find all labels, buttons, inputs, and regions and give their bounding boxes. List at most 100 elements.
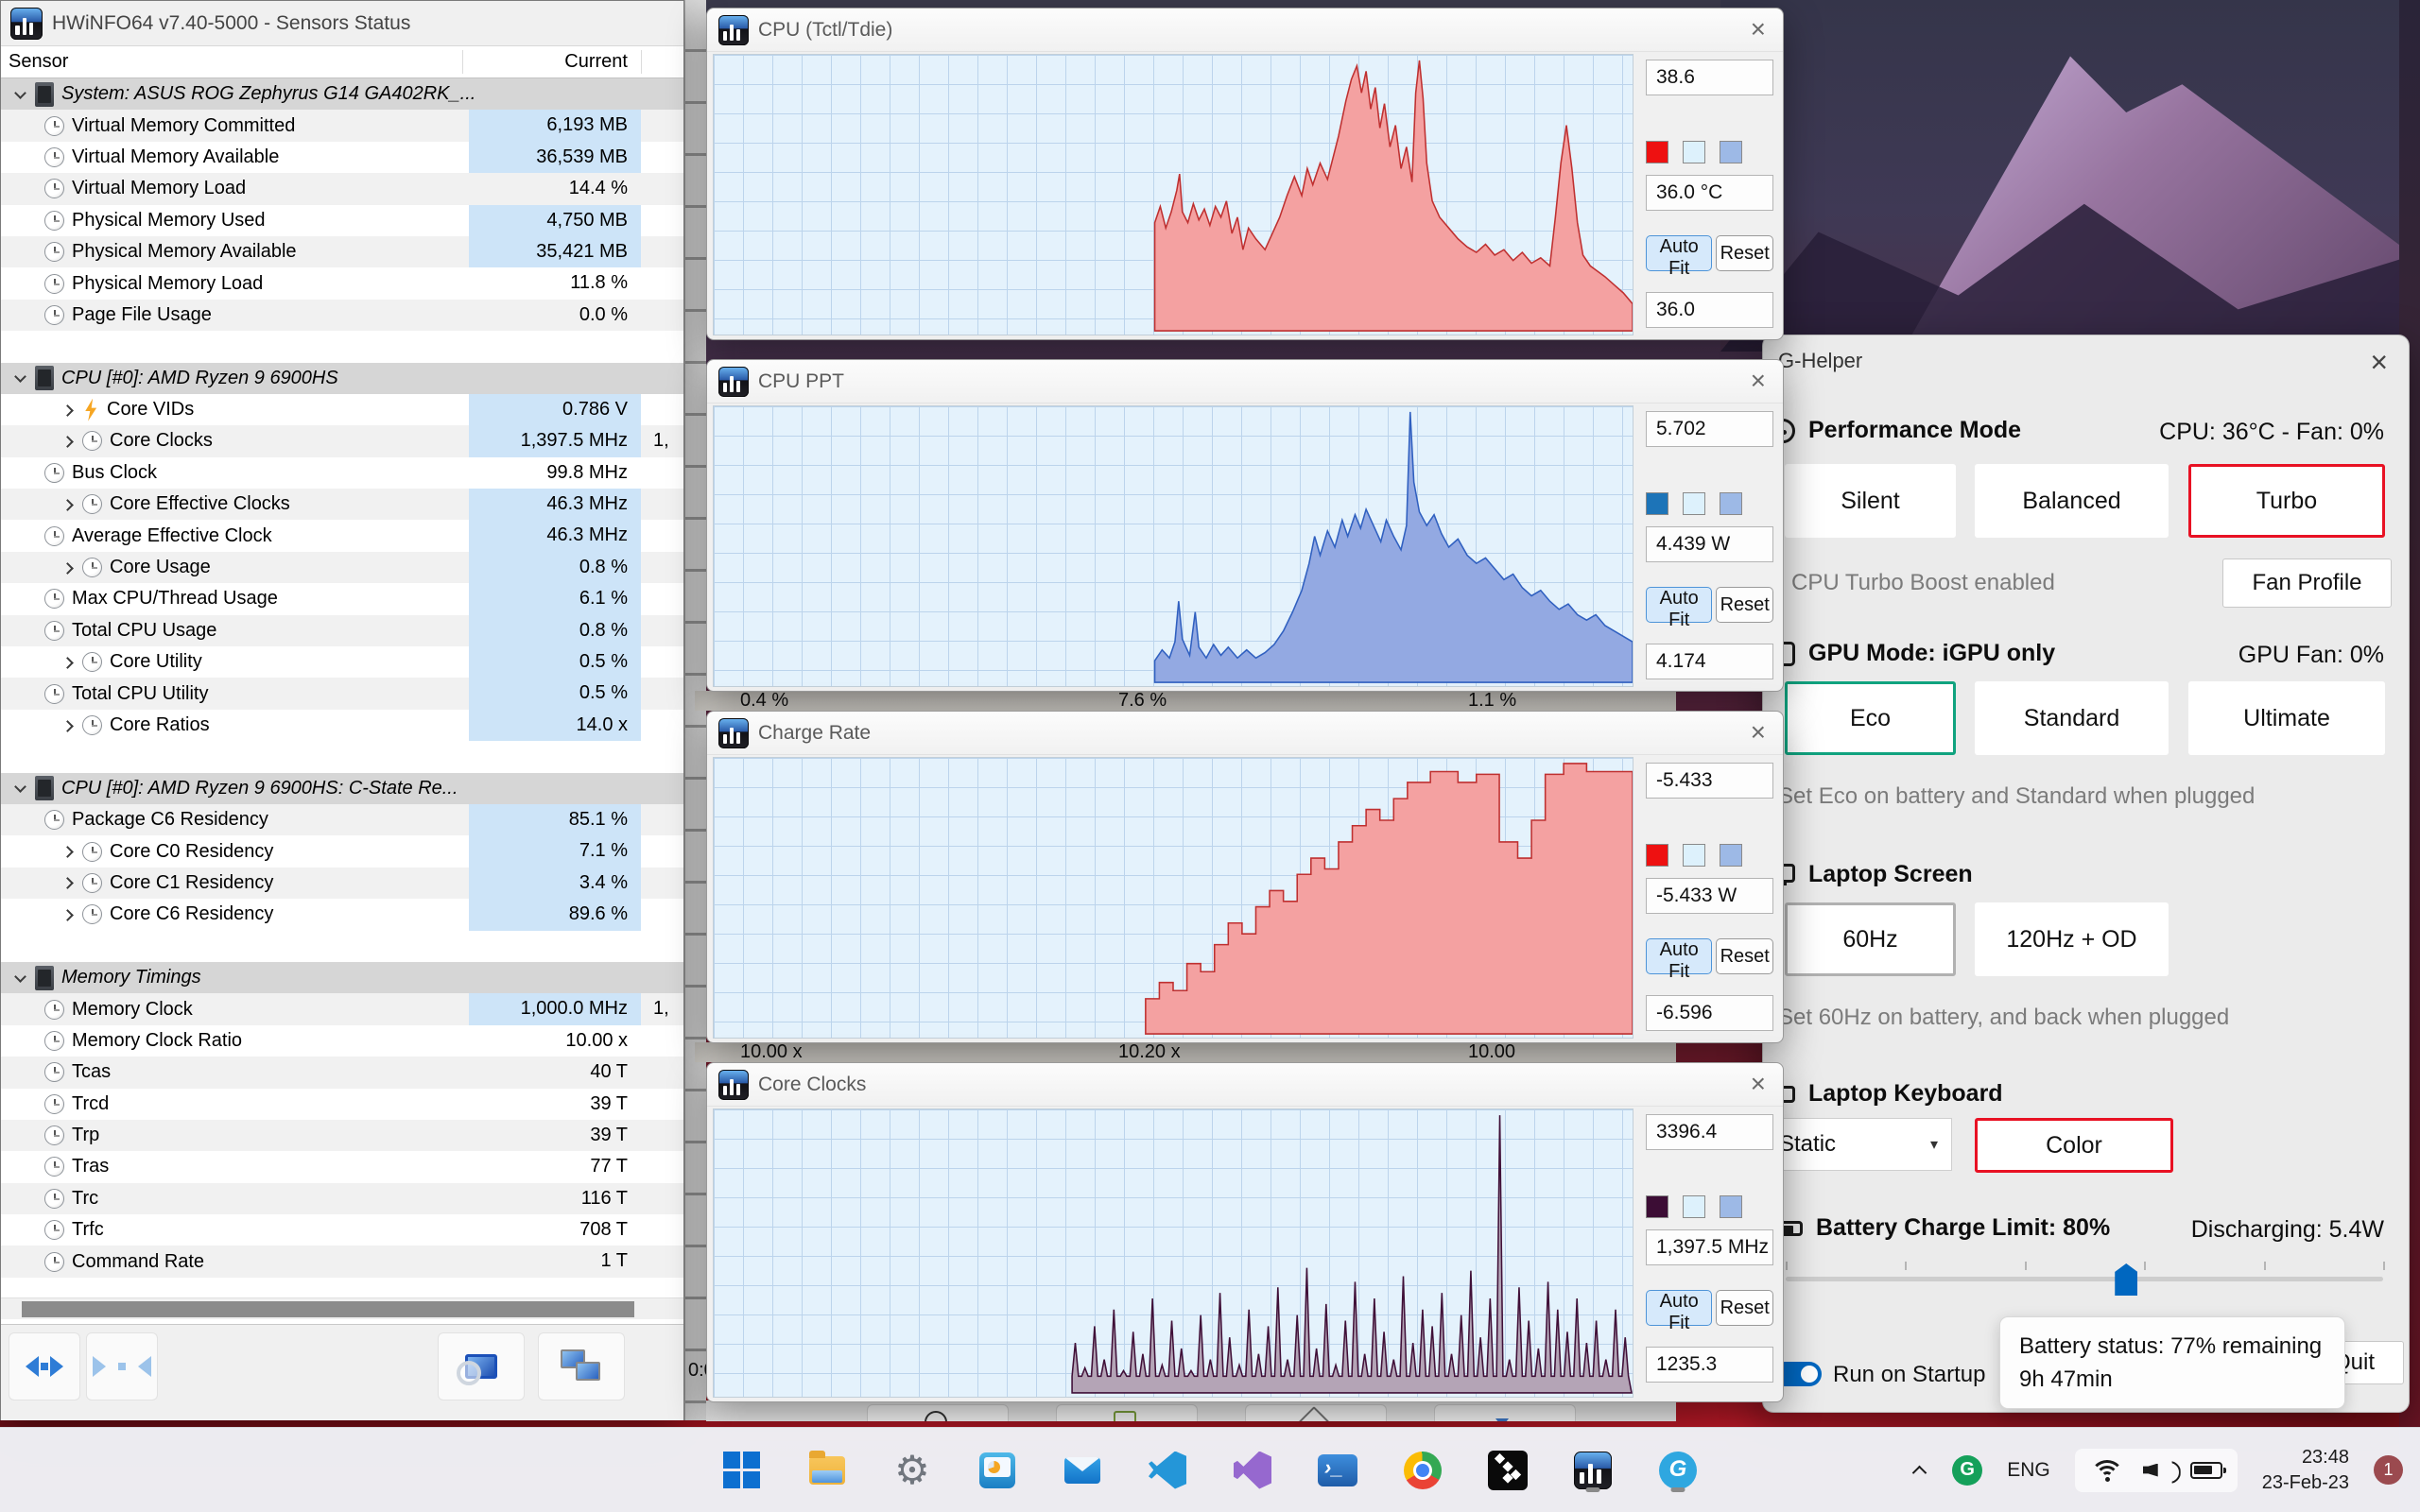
sensor-row[interactable]: Core VIDs 0.786 V: [1, 393, 683, 426]
graph-titlebar[interactable]: Charge Rate ×: [707, 712, 1783, 755]
collapse-columns-button[interactable]: [86, 1332, 158, 1400]
taskbar-icon-explorer[interactable]: [807, 1449, 847, 1492]
close-icon[interactable]: ×: [1751, 1069, 1766, 1099]
sensor-row[interactable]: Tcas 40 T: [1, 1057, 683, 1089]
sensor-row[interactable]: Tras 77 T: [1, 1151, 683, 1183]
sensor-column-header[interactable]: Sensor Current: [1, 46, 683, 78]
tray-overflow-chevron-icon[interactable]: [1912, 1463, 1927, 1478]
sensor-group-row[interactable]: Memory Timings: [1, 961, 683, 994]
taskbar-icon-settings[interactable]: ⚙: [892, 1449, 932, 1492]
sensor-row[interactable]: Memory Clock Ratio 10.00 x: [1, 1024, 683, 1057]
sensor-row[interactable]: Core Effective Clocks 46.3 MHz: [1, 489, 683, 521]
chevron-collapsed-icon[interactable]: [61, 845, 75, 858]
graph-titlebar[interactable]: Core Clocks ×: [707, 1063, 1783, 1107]
sensor-row[interactable]: Physical Memory Load 11.8 %: [1, 267, 683, 300]
screen-capture-button[interactable]: [438, 1332, 525, 1400]
sensor-row[interactable]: Core C0 Residency 7.1 %: [1, 835, 683, 868]
sensor-row[interactable]: Core C1 Residency 3.4 %: [1, 867, 683, 900]
sensor-row[interactable]: Physical Memory Used 4,750 MB: [1, 204, 683, 236]
series-color-swatch[interactable]: [1646, 141, 1668, 163]
auto-fit-button[interactable]: Auto Fit: [1646, 938, 1713, 982]
battery-tray-icon[interactable]: [2189, 1461, 2226, 1479]
reset-button[interactable]: Reset: [1716, 235, 1773, 271]
chevron-collapsed-icon[interactable]: [61, 404, 75, 417]
slider-track[interactable]: [1786, 1277, 2383, 1281]
sensor-row[interactable]: Trfc 708 T: [1, 1214, 683, 1246]
column-current[interactable]: Current: [469, 51, 641, 73]
perf-silent-button[interactable]: Silent: [1785, 464, 1956, 538]
slider-thumb[interactable]: [2115, 1263, 2138, 1296]
taskbar-icon-hwinfo[interactable]: [1573, 1449, 1613, 1492]
sensor-row[interactable]: Package C6 Residency 85.1 %: [1, 803, 683, 836]
gpu-eco-button[interactable]: Eco: [1785, 681, 1956, 755]
chevron-expanded-icon[interactable]: [14, 782, 27, 795]
sensor-row[interactable]: Core Utility 0.5 %: [1, 646, 683, 679]
perf-turbo-button[interactable]: Turbo: [2188, 464, 2385, 538]
taskbar-icon-vscode[interactable]: [1148, 1449, 1187, 1492]
fan-profile-button[interactable]: Fan Profile: [2222, 558, 2392, 608]
close-icon[interactable]: ×: [1751, 14, 1766, 44]
sensor-row[interactable]: Core Usage 0.8 %: [1, 551, 683, 584]
scrollbar-thumb[interactable]: [22, 1301, 634, 1317]
sensor-row[interactable]: Total CPU Utility 0.5 %: [1, 678, 683, 710]
remote-monitor-button[interactable]: [538, 1332, 625, 1400]
sensor-row[interactable]: Page File Usage 0.0 %: [1, 299, 683, 332]
reset-button[interactable]: Reset: [1716, 1290, 1773, 1326]
expand-columns-button[interactable]: [9, 1332, 80, 1400]
chevron-expanded-icon[interactable]: [14, 88, 27, 101]
taskbar-icon-monitor[interactable]: [977, 1449, 1017, 1492]
background-color-swatch[interactable]: [1683, 141, 1705, 163]
hwinfo-titlebar[interactable]: HWiNFO64 v7.40-5000 - Sensors Status: [1, 1, 683, 46]
sensor-row[interactable]: Trp 39 T: [1, 1119, 683, 1152]
background-color-swatch[interactable]: [1683, 1195, 1705, 1218]
sensor-group-row[interactable]: CPU [#0]: AMD Ryzen 9 6900HS: [1, 362, 683, 394]
wifi-icon[interactable]: [2089, 1458, 2124, 1483]
sensor-row[interactable]: Virtual Memory Committed 6,193 MB: [1, 110, 683, 142]
taskbar-icon-start[interactable]: [722, 1449, 762, 1492]
auto-fit-button[interactable]: Auto Fit: [1646, 1290, 1713, 1333]
reset-button[interactable]: Reset: [1716, 938, 1773, 974]
chevron-collapsed-icon[interactable]: [61, 876, 75, 889]
sensor-row[interactable]: Memory Clock 1,000.0 MHz 1,: [1, 993, 683, 1025]
auto-fit-button[interactable]: Auto Fit: [1646, 587, 1713, 630]
graph-titlebar[interactable]: CPU PPT ×: [707, 360, 1783, 404]
series-color-swatch[interactable]: [1646, 492, 1668, 515]
close-icon[interactable]: ×: [2370, 345, 2388, 380]
background-color-swatch[interactable]: [1683, 844, 1705, 867]
taskbar-icon-tidal[interactable]: [1488, 1449, 1528, 1492]
chevron-collapsed-icon[interactable]: [61, 908, 75, 921]
quick-settings-group[interactable]: [2074, 1448, 2238, 1492]
close-icon[interactable]: ×: [1751, 366, 1766, 396]
screen-120hz-button[interactable]: 120Hz + OD: [1975, 902, 2169, 976]
sensor-row[interactable]: Trcd 39 T: [1, 1088, 683, 1120]
grid-color-swatch[interactable]: [1720, 141, 1742, 163]
gpu-ultimate-button[interactable]: Ultimate: [2188, 681, 2385, 755]
sensor-row[interactable]: Command Rate 1 T: [1, 1246, 683, 1278]
sensor-row[interactable]: Core Clocks 1,397.5 MHz 1,: [1, 425, 683, 457]
language-indicator[interactable]: ENG: [2007, 1459, 2050, 1482]
reset-button[interactable]: Reset: [1716, 587, 1773, 623]
series-color-swatch[interactable]: [1646, 1195, 1668, 1218]
graph-titlebar[interactable]: CPU (Tctl/Tdie) ×: [707, 9, 1783, 52]
auto-fit-button[interactable]: Auto Fit: [1646, 235, 1713, 279]
sensor-row[interactable]: Average Effective Clock 46.3 MHz: [1, 520, 683, 552]
series-color-swatch[interactable]: [1646, 844, 1668, 867]
sensor-row[interactable]: Bus Clock 99.8 MHz: [1, 456, 683, 490]
keyboard-color-button[interactable]: Color: [1975, 1118, 2173, 1173]
grammarly-tray-icon[interactable]: G: [1952, 1454, 1983, 1486]
sensor-row[interactable]: Virtual Memory Available 36,539 MB: [1, 141, 683, 174]
sensor-row[interactable]: Max CPU/Thread Usage 6.1 %: [1, 583, 683, 615]
perf-balanced-button[interactable]: Balanced: [1975, 464, 2169, 538]
taskbar-icon-ghelper[interactable]: [1658, 1449, 1698, 1492]
sensor-row[interactable]: Core C6 Residency 89.6 %: [1, 899, 683, 931]
taskbar-icon-powershell[interactable]: [1318, 1449, 1357, 1492]
sensor-row[interactable]: Core Ratios 14.0 x: [1, 709, 683, 742]
sensor-row[interactable]: Physical Memory Available 35,421 MB: [1, 235, 683, 268]
chevron-collapsed-icon[interactable]: [61, 498, 75, 511]
sensor-row[interactable]: Trc 116 T: [1, 1182, 683, 1215]
grid-color-swatch[interactable]: [1720, 844, 1742, 867]
sensor-group-row[interactable]: System: ASUS ROG Zephyrus G14 GA402RK_..…: [1, 78, 683, 111]
grid-color-swatch[interactable]: [1720, 1195, 1742, 1218]
chevron-expanded-icon[interactable]: [14, 371, 27, 385]
gpu-standard-button[interactable]: Standard: [1975, 681, 2169, 755]
